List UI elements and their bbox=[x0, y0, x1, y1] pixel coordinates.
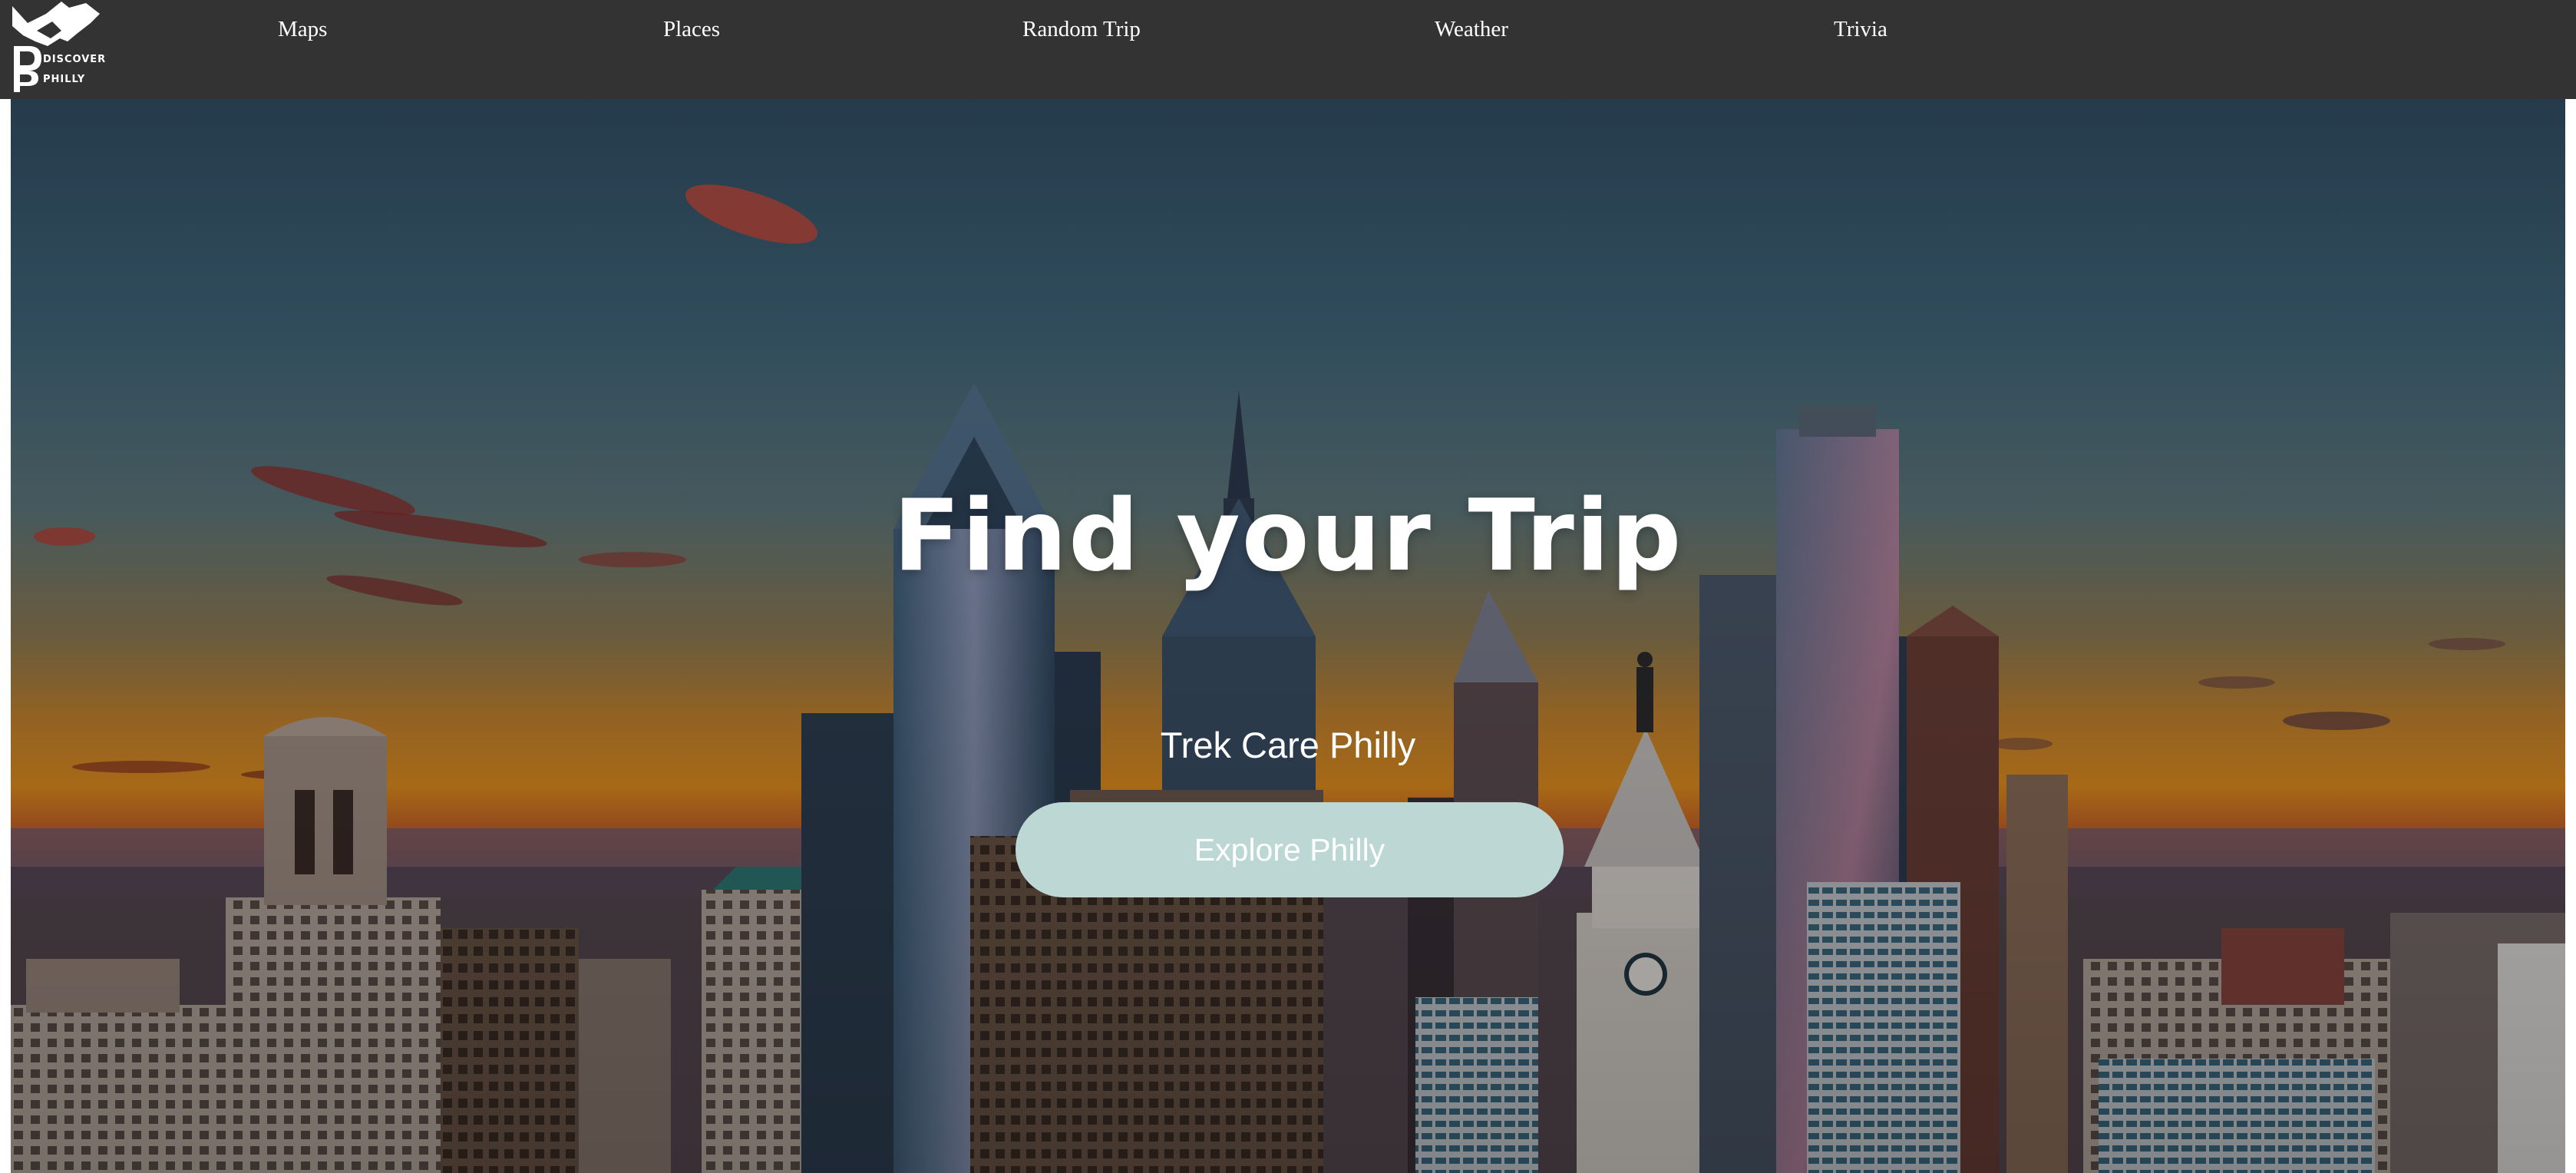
logo-line2: PHILLY bbox=[43, 74, 85, 85]
logo-line1: DISCOVER bbox=[43, 54, 106, 65]
nav-link-weather[interactable]: Weather bbox=[1435, 14, 1508, 45]
nav-link-places[interactable]: Places bbox=[663, 14, 720, 45]
hero-background-image bbox=[11, 99, 2565, 1173]
page: DISCOVER PHILLY Maps Places Random Trip … bbox=[0, 0, 2576, 1173]
nav-link-random-trip[interactable]: Random Trip bbox=[1022, 14, 1141, 45]
discover-philly-logo[interactable]: DISCOVER PHILLY bbox=[6, 0, 114, 94]
hero-section: Find your Trip Trek Care Philly Explore … bbox=[11, 99, 2565, 1173]
hero-title: Find your Trip bbox=[893, 479, 1683, 593]
explore-philly-button[interactable]: Explore Philly bbox=[1016, 802, 1564, 897]
hero-subtitle: Trek Care Philly bbox=[1160, 725, 1416, 765]
discover-philly-logo-icon: DISCOVER PHILLY bbox=[12, 2, 106, 92]
nav-link-maps[interactable]: Maps bbox=[278, 14, 327, 45]
top-navbar: DISCOVER PHILLY Maps Places Random Trip … bbox=[0, 0, 2576, 99]
nav-link-trivia[interactable]: Trivia bbox=[1834, 14, 1887, 45]
